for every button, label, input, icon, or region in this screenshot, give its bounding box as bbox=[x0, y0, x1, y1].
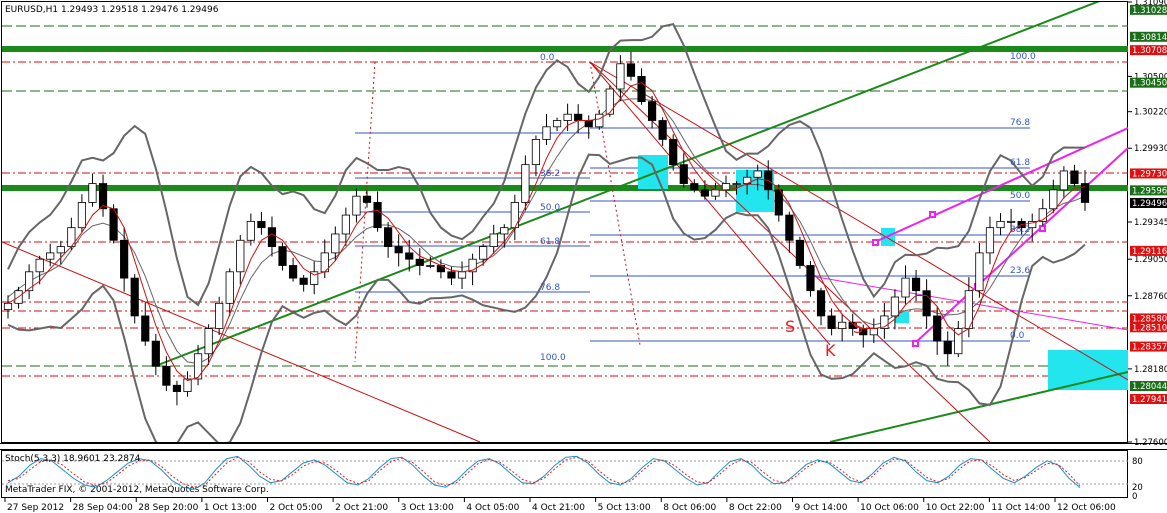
x-tick-label: 3 Oct 13:00 bbox=[401, 503, 454, 513]
pattern-label: K bbox=[825, 341, 836, 360]
fib-label: 23.6 bbox=[1010, 266, 1030, 276]
svg-text:1.30450: 1.30450 bbox=[1132, 79, 1167, 89]
stoch-tick-label: 0 bbox=[1132, 492, 1137, 502]
x-tick-label: 28 Sep 20:00 bbox=[138, 503, 198, 513]
price-label: 1.28357 bbox=[1130, 341, 1167, 353]
x-tick-label: 10 Oct 22:00 bbox=[926, 503, 985, 513]
price-label: 1.31028 bbox=[1130, 4, 1167, 16]
x-tick-label: 9 Oct 14:00 bbox=[795, 503, 848, 513]
fib-label: 50.0 bbox=[1010, 191, 1030, 201]
fib-label: 61.8 bbox=[540, 237, 560, 247]
thick-support-mid bbox=[2, 185, 1128, 191]
thick-support-upper bbox=[2, 46, 1128, 52]
x-tick-label: 28 Sep 04:00 bbox=[73, 503, 133, 513]
stoch-title: Stoch(5,3,3) 18.9601 23.2874 bbox=[5, 454, 141, 464]
price-label: 1.29730 bbox=[1130, 168, 1167, 179]
svg-text:1.28357: 1.28357 bbox=[1132, 343, 1167, 353]
price-label: 1.27941 bbox=[1130, 394, 1167, 405]
svg-text:1.29730: 1.29730 bbox=[1132, 169, 1167, 179]
eurusd-h1-chart[interactable]: 0.0 38.2 50.0 61.8 76.8 100.0 100.0 76.8 61.8 50… bbox=[0, 0, 1167, 513]
fib-label: 76.8 bbox=[1010, 118, 1030, 128]
svg-text:1.30708: 1.30708 bbox=[1132, 46, 1167, 56]
svg-text:1.28044: 1.28044 bbox=[1132, 382, 1167, 392]
svg-text:1.29116: 1.29116 bbox=[1132, 247, 1167, 257]
x-tick-label: 8 Oct 06:00 bbox=[663, 503, 716, 513]
y-tick-label: 1.28180 bbox=[1134, 365, 1167, 375]
pattern-label: S bbox=[785, 317, 795, 336]
x-tick-label: 27 Sep 2012 bbox=[7, 503, 64, 513]
fib-label: 100.0 bbox=[540, 353, 566, 363]
copyright-text: MetaTrader FIX, © 2001-2012, MetaQuotes … bbox=[5, 485, 269, 495]
svg-text:1.31028: 1.31028 bbox=[1132, 6, 1167, 16]
x-tick-label: 5 Oct 13:00 bbox=[598, 503, 651, 513]
price-label: 1.28510 bbox=[1130, 322, 1167, 333]
candle bbox=[130, 274, 139, 324]
price-label: 1.29596 bbox=[1130, 185, 1167, 196]
price-label: 1.29496 bbox=[1130, 197, 1167, 209]
fib-label: 76.8 bbox=[540, 283, 560, 293]
svg-text:1.29496: 1.29496 bbox=[1132, 199, 1167, 209]
y-tick-label: 1.29345 bbox=[1134, 218, 1167, 228]
fib-label: 38.2 bbox=[540, 169, 560, 179]
x-tick-label: 8 Oct 22:00 bbox=[729, 503, 782, 513]
svg-text:1.30814: 1.30814 bbox=[1132, 33, 1167, 43]
x-tick-label: 2 Oct 21:00 bbox=[335, 503, 388, 513]
y-tick-label: 1.28760 bbox=[1134, 292, 1167, 302]
candle bbox=[795, 236, 805, 269]
y-tick-label: 1.30220 bbox=[1134, 108, 1167, 118]
price-label: 1.30814 bbox=[1130, 31, 1167, 43]
fib-label: 0.0 bbox=[540, 53, 555, 63]
chart-title: EURUSD,H1 1.29493 1.29518 1.29476 1.2949… bbox=[5, 5, 219, 15]
x-tick-label: 10 Oct 06:00 bbox=[860, 503, 919, 513]
y-tick-label: 1.29930 bbox=[1134, 144, 1167, 154]
price-label: 1.28044 bbox=[1130, 381, 1167, 392]
price-label: 1.29116 bbox=[1130, 245, 1167, 257]
fib-label: 100.0 bbox=[1010, 52, 1036, 62]
price-label: 1.30708 bbox=[1130, 45, 1167, 56]
x-tick-label: 4 Oct 21:00 bbox=[532, 503, 585, 513]
x-tick-label: 1 Oct 13:00 bbox=[204, 503, 257, 513]
highlight-zone bbox=[638, 155, 668, 189]
svg-text:1.29596: 1.29596 bbox=[1132, 186, 1167, 196]
fib-label: 50.0 bbox=[540, 203, 560, 213]
x-tick-label: 4 Oct 05:00 bbox=[466, 503, 519, 513]
fib-label: 0.0 bbox=[1010, 331, 1025, 341]
fib-label: 61.8 bbox=[1010, 158, 1030, 168]
pattern-label: S bbox=[853, 318, 863, 337]
x-tick-label: 12 Oct 06:00 bbox=[1057, 503, 1116, 513]
x-tick-label: 2 Oct 05:00 bbox=[270, 503, 323, 513]
svg-text:1.27941: 1.27941 bbox=[1132, 395, 1167, 405]
price-label: 1.30450 bbox=[1130, 77, 1167, 89]
fib-label: 38.2 bbox=[1010, 225, 1030, 235]
x-tick-label: 11 Oct 14:00 bbox=[991, 503, 1050, 513]
y-tick-label: 1.27600 bbox=[1134, 438, 1167, 448]
stoch-tick-label: 80 bbox=[1132, 457, 1143, 467]
svg-text:1.28510: 1.28510 bbox=[1132, 323, 1167, 333]
candle bbox=[109, 204, 118, 244]
